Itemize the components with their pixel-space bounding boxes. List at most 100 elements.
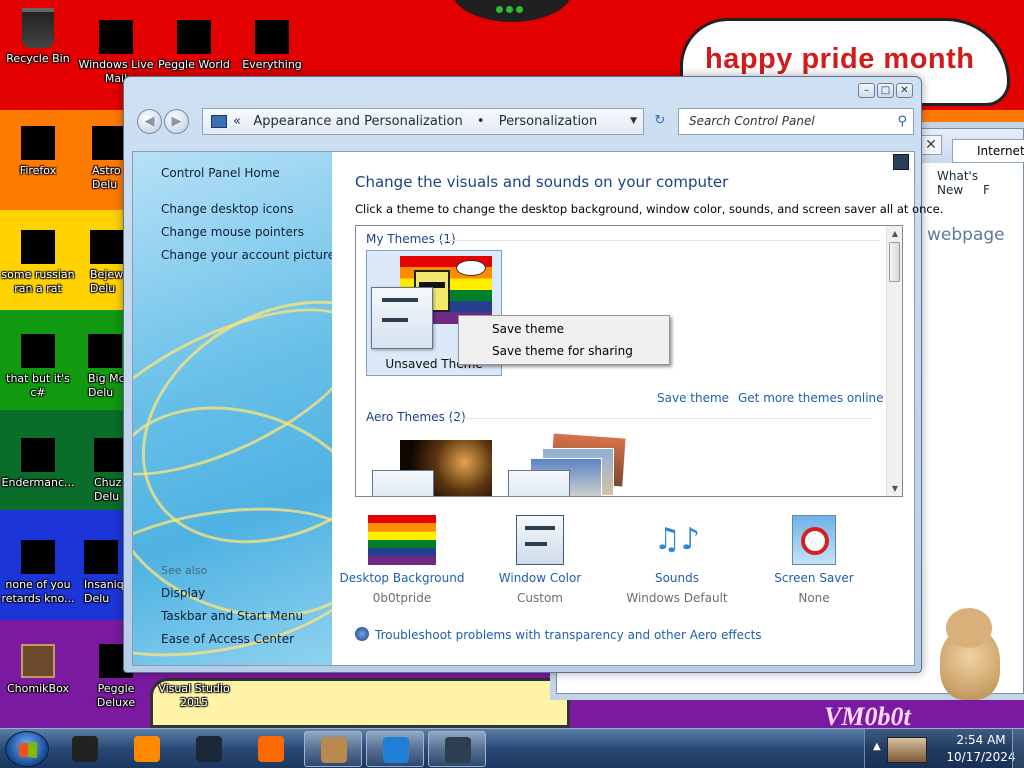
my-themes-header: My Themes (1) — [366, 232, 456, 246]
forward-button[interactable]: ▶ — [164, 109, 189, 134]
desktop-icon-russian-rat[interactable]: some russian ran a rat — [0, 230, 76, 296]
media-player-icon — [134, 736, 160, 762]
ie-favorites-link[interactable]: F — [983, 183, 990, 197]
close-button[interactable]: ✕ — [896, 83, 913, 98]
desktop-icon-astro[interactable]: Astro Delu — [78, 126, 126, 192]
refresh-icon[interactable]: ↻ — [649, 108, 671, 135]
ease-of-access-link[interactable]: Ease of Access Center — [161, 632, 294, 646]
file-icon — [21, 540, 55, 574]
hamster-desktop-pet[interactable] — [930, 608, 1006, 704]
desktop-icon-big-money[interactable]: Big Mo Delu — [78, 334, 126, 400]
breadcrumb-personalization[interactable]: Personalization — [499, 114, 598, 129]
search-icon[interactable]: ⚲ — [897, 109, 907, 134]
taskbar-button-internet-explorer[interactable] — [366, 731, 424, 767]
taskbar-button-steam[interactable] — [180, 731, 238, 767]
sounds-icon: ♫♪ — [653, 522, 701, 557]
sidebar: Control Panel Home Change desktop icons … — [133, 152, 332, 665]
firefox-icon — [258, 736, 284, 762]
ie-favorites-bar: What's New F — [937, 169, 1023, 197]
desktop-icon-chomikbox[interactable]: ChomikBox — [0, 644, 76, 696]
scroll-up-icon[interactable]: ▲ — [887, 226, 902, 241]
context-menu: Save theme Save theme for sharing — [458, 315, 670, 365]
help-icon[interactable] — [893, 154, 909, 170]
desktop-icon-chuzzle[interactable]: Chuz Delu — [78, 438, 128, 504]
troubleshoot-link[interactable]: Troubleshoot problems with transparency … — [355, 627, 762, 642]
control-panel-icon — [445, 737, 471, 763]
context-save-theme-sharing[interactable]: Save theme for sharing — [492, 344, 633, 358]
search-input[interactable]: Search Control Panel ⚲ — [678, 108, 914, 135]
see-also-heading: See also — [161, 564, 208, 577]
change-account-picture-link[interactable]: Change your account picture — [161, 248, 332, 262]
aero-theme-window-preview-2 — [508, 470, 570, 496]
taskbar-button-chomikbox[interactable] — [304, 731, 362, 767]
address-dropdown-icon[interactable]: ▼ — [630, 109, 637, 134]
game-icon — [88, 334, 122, 368]
desktop-icon-recycle-bin[interactable]: Recycle Bin — [0, 8, 76, 66]
start-button[interactable] — [5, 731, 49, 767]
clock[interactable]: 2:54 AM 10/17/2024 — [941, 732, 1021, 766]
desktop-icon-everything[interactable]: Everything — [234, 20, 310, 72]
breadcrumb-appearance[interactable]: Appearance and Personalization — [253, 114, 462, 129]
control-panel-icon — [211, 115, 227, 128]
aero-themes-header: Aero Themes (2) — [366, 410, 466, 424]
hamster-icon — [21, 644, 55, 678]
mail-icon — [99, 20, 133, 54]
ie-tab[interactable]: Internet E — [952, 139, 1024, 163]
taskbar-button-firefox[interactable] — [242, 731, 300, 767]
troubleshoot-icon — [355, 627, 369, 641]
desktop-icon-peggle-world[interactable]: Peggle World — [156, 20, 232, 72]
taskbar-button-cmd[interactable] — [56, 731, 114, 767]
ie-whats-new-link[interactable]: What's New — [937, 169, 978, 197]
steam-icon — [196, 736, 222, 762]
search-placeholder: Search Control Panel — [689, 114, 815, 128]
maximize-button[interactable]: □ — [877, 83, 894, 98]
taskbar-start-menu-link[interactable]: Taskbar and Start Menu — [161, 609, 303, 623]
get-more-themes-link[interactable]: Get more themes online — [738, 391, 884, 405]
minimize-button[interactable]: – — [858, 83, 875, 98]
save-theme-link[interactable]: Save theme — [657, 391, 729, 405]
scroll-thumb[interactable] — [889, 242, 900, 282]
address-bar[interactable]: « Appearance and Personalization • Perso… — [202, 108, 644, 135]
scroll-down-icon[interactable]: ▼ — [887, 481, 902, 496]
page-title: Change the visuals and sounds on your co… — [355, 173, 729, 191]
desktop-icon-enderman[interactable]: Endermanc... — [0, 438, 76, 490]
game-icon — [90, 230, 124, 264]
game-icon — [84, 540, 118, 574]
desktop-icon-firefox[interactable]: Firefox — [0, 126, 76, 178]
show-desktop-button[interactable] — [1012, 729, 1024, 768]
control-panel-home-link[interactable]: Control Panel Home — [161, 166, 280, 180]
internet-explorer-icon — [383, 737, 409, 763]
window-color-button[interactable]: Window Color Custom — [470, 515, 610, 605]
show-hidden-icons-icon[interactable]: ▲ — [873, 741, 881, 752]
desktop-icon-none-of-you[interactable]: none of you retards kno... — [0, 540, 76, 606]
change-desktop-icons-link[interactable]: Change desktop icons — [161, 202, 294, 216]
window-color-icon — [516, 515, 564, 565]
desktop-background-button[interactable]: Desktop Background 0b0tpride — [332, 515, 472, 605]
navigation-bar: ◀ ▶ « Appearance and Personalization • P… — [134, 105, 914, 139]
change-mouse-pointers-link[interactable]: Change mouse pointers — [161, 225, 304, 239]
theme-list[interactable]: My Themes (1) Unsaved Theme Save theme S… — [355, 225, 903, 497]
chomikbox-icon — [321, 737, 347, 763]
desktop-icon-insaniquarium[interactable]: Insaniq Delu — [78, 540, 126, 606]
screen-saver-button[interactable]: Screen Saver None — [744, 515, 884, 605]
recycle-bin-icon — [22, 8, 54, 48]
sounds-button[interactable]: ♫♪ Sounds Windows Default — [607, 515, 747, 605]
theme-list-scrollbar[interactable]: ▲ ▼ — [886, 226, 902, 496]
context-save-theme[interactable]: Save theme — [492, 322, 564, 336]
screen-saver-icon — [792, 515, 836, 565]
desktop-icon-csharp[interactable]: that but it's c# — [0, 334, 76, 400]
back-button[interactable]: ◀ — [137, 109, 162, 134]
chomikbox-tray-icon[interactable] — [887, 737, 927, 763]
taskbar-button-media-player[interactable] — [118, 731, 176, 767]
taskbar-button-control-panel[interactable] — [428, 731, 486, 767]
display-link[interactable]: Display — [161, 586, 205, 600]
ie-tab-close-button[interactable]: ✕ — [920, 135, 942, 155]
desktop-icon-bejeweled[interactable]: Bejew Delu — [78, 230, 126, 296]
theme-window-preview — [371, 287, 433, 349]
personalization-window[interactable]: – □ ✕ ◀ ▶ « Appearance and Personalizati… — [123, 76, 943, 673]
breadcrumb-separator: • — [476, 114, 485, 129]
search-app-icon — [255, 20, 289, 54]
clock-date: 10/17/2024 — [946, 750, 1016, 764]
breadcrumb-chevron[interactable]: « — [233, 114, 241, 129]
corner-tag: VM0b0t — [824, 702, 911, 728]
